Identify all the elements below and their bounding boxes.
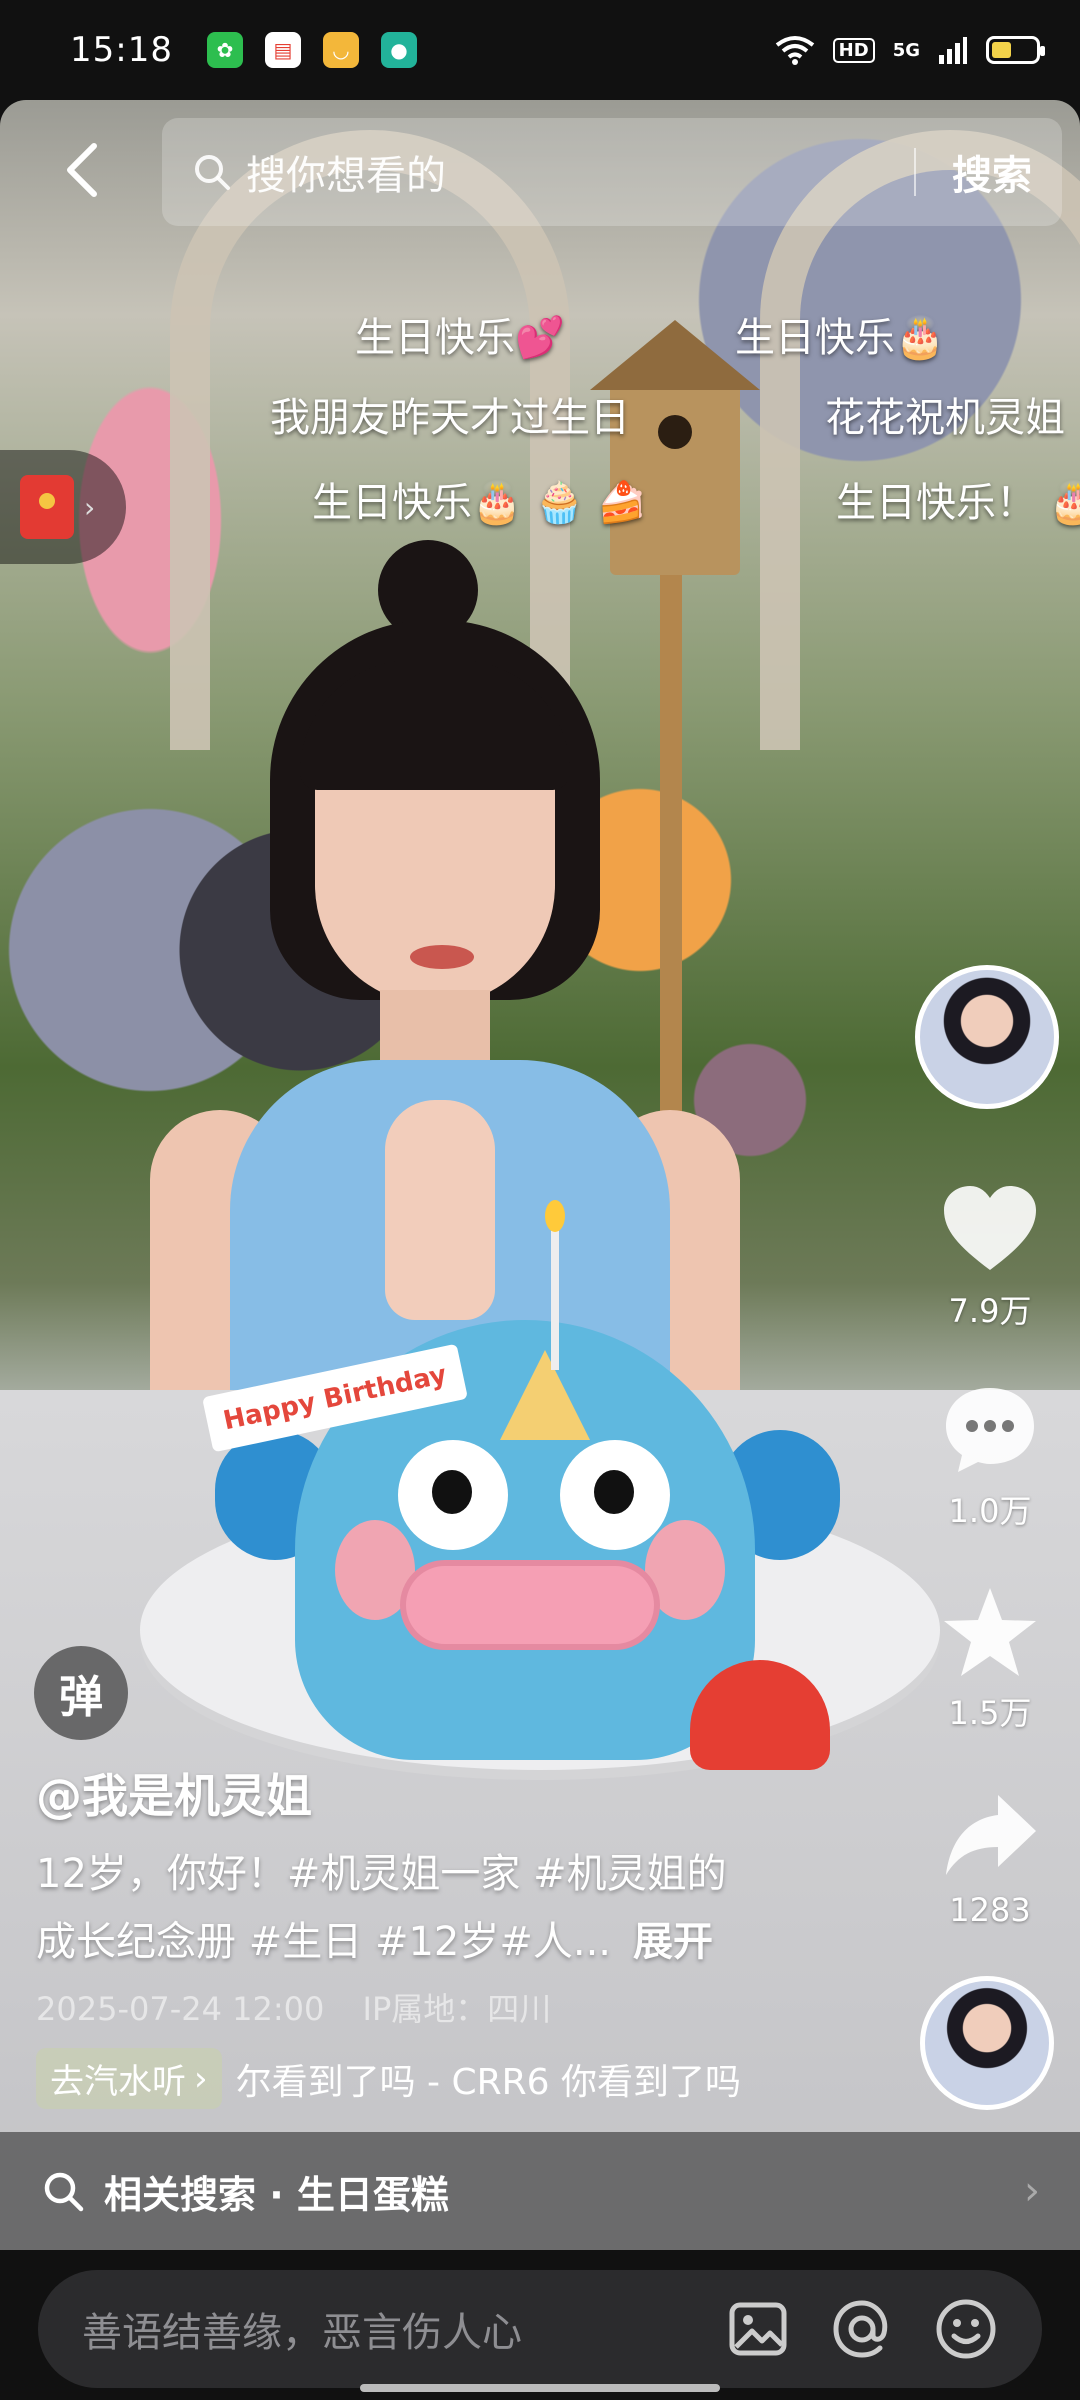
image-button[interactable] bbox=[726, 2297, 790, 2361]
danmaku-comment: 我朋友昨天才过生日 bbox=[270, 395, 630, 441]
chat-app-icon: ● bbox=[380, 32, 417, 68]
author-avatar[interactable] bbox=[915, 965, 1059, 1109]
battery-fill bbox=[992, 42, 1011, 58]
share-count: 1283 bbox=[949, 1891, 1031, 1929]
ip-location: IP属地：四川 bbox=[362, 1990, 552, 2028]
favorite-button[interactable]: 1.5万 bbox=[915, 1582, 1065, 1734]
praying-hands bbox=[385, 1100, 495, 1320]
video-meta: 2025-07-24 12:00 IP属地：四川 bbox=[36, 1984, 551, 2030]
image-icon bbox=[729, 2302, 787, 2356]
listen-in-qishui-chip[interactable]: 去汽水听 › bbox=[36, 2048, 222, 2109]
description-line-2: 成长纪念册 #生日 #12岁#人... 展开 bbox=[36, 1908, 816, 1976]
description-line-text: 成长纪念册 #生日 #12岁#人... bbox=[36, 1919, 612, 1965]
cake-mouth bbox=[400, 1560, 660, 1650]
expand-button[interactable]: 展开 bbox=[633, 1919, 713, 1965]
share-button[interactable]: 1283 bbox=[915, 1785, 1065, 1929]
party-hat bbox=[500, 1350, 590, 1440]
search-input[interactable]: 搜你想看的 bbox=[246, 143, 914, 201]
related-search-bar[interactable]: 相关搜索 · 生日蛋糕 › bbox=[0, 2132, 1080, 2250]
related-search-label: 相关搜索 · 生日蛋糕 bbox=[104, 2172, 449, 2217]
green-app-icon: ✿ bbox=[206, 32, 243, 68]
search-icon bbox=[44, 2172, 84, 2212]
danmaku-comment: 生日快乐🎂 bbox=[735, 315, 945, 361]
battery-icon bbox=[986, 36, 1045, 64]
like-count: 7.9万 bbox=[948, 1292, 1032, 1330]
emoji-button[interactable] bbox=[934, 2297, 998, 2361]
music-chip-label: 去汽水听 bbox=[50, 2062, 186, 2102]
search-divider bbox=[914, 148, 916, 196]
wallet-app-icon: ▤ bbox=[264, 32, 301, 68]
status-indicators: HD 5G bbox=[775, 35, 1045, 65]
description-line: 12岁，你好！#机灵姐一家 #机灵姐的 bbox=[36, 1851, 727, 1897]
comment-button[interactable]: 1.0万 bbox=[915, 1380, 1065, 1532]
at-icon bbox=[833, 2300, 888, 2358]
candle bbox=[551, 1220, 559, 1370]
comment-input[interactable]: 善语结善缘，恶言伤人心 bbox=[82, 2300, 686, 2358]
hd-badge: HD bbox=[832, 37, 875, 63]
heart-icon bbox=[944, 1186, 1036, 1270]
music-row[interactable]: 去汽水听 › 尔看到了吗 - CRR6 你看到了吗 bbox=[36, 2048, 836, 2109]
author-name[interactable]: @我是机灵姐 bbox=[36, 1760, 312, 1826]
home-indicator[interactable] bbox=[360, 2384, 720, 2392]
comment-input-bar[interactable]: 善语结善缘，恶言伤人心 bbox=[38, 2270, 1042, 2388]
favorite-count: 1.5万 bbox=[948, 1694, 1032, 1732]
chevron-right-icon: › bbox=[84, 490, 96, 524]
video-description[interactable]: 12岁，你好！#机灵姐一家 #机灵姐的 成长纪念册 #生日 #12岁#人... 展… bbox=[36, 1840, 816, 1976]
coupon-app-icon: ◡ bbox=[322, 32, 359, 68]
danmaku-comment: 生日快乐！ 🎂 bbox=[836, 480, 1080, 526]
cake-right-eye bbox=[560, 1440, 670, 1550]
like-button[interactable]: 7.9万 bbox=[915, 1180, 1065, 1332]
star-icon bbox=[944, 1588, 1036, 1676]
wifi-icon bbox=[775, 36, 814, 65]
chevron-right-icon: › bbox=[1024, 2168, 1040, 2214]
danmaku-comment: 生日快乐🎂 🧁 🍰 bbox=[312, 480, 647, 526]
mention-button[interactable] bbox=[830, 2297, 894, 2361]
danmaku-toggle-button[interactable]: 弹 bbox=[34, 1646, 128, 1740]
status-app-icons: ✿ ▤ ◡ ● bbox=[206, 32, 417, 68]
chevron-right-icon: › bbox=[194, 2058, 208, 2099]
search-button[interactable]: 搜索 bbox=[952, 143, 1032, 201]
red-envelope-icon bbox=[20, 475, 74, 539]
share-arrow-icon bbox=[946, 1795, 1036, 1875]
danmaku-comment: 生日快乐💕 bbox=[355, 315, 565, 361]
music-title: 尔看到了吗 - CRR6 你看到了吗 bbox=[235, 2061, 741, 2103]
birdhouse-pole bbox=[660, 570, 682, 1190]
signal-icon bbox=[939, 37, 967, 64]
music-disc-avatar[interactable] bbox=[920, 1976, 1054, 2110]
search-icon bbox=[195, 155, 230, 190]
status-time: 15:18 bbox=[70, 30, 173, 70]
red-packet-entry[interactable]: › bbox=[0, 450, 126, 564]
network-label: 5G bbox=[892, 39, 920, 61]
candle-flame bbox=[545, 1200, 565, 1232]
status-bar: 15:18 ✿ ▤ ◡ ● HD 5G bbox=[0, 0, 1080, 100]
back-button[interactable] bbox=[52, 140, 112, 200]
publish-date: 2025-07-24 12:00 bbox=[36, 1990, 325, 2028]
comment-icon bbox=[946, 1388, 1034, 1472]
search-bar[interactable]: 搜你想看的 搜索 bbox=[162, 118, 1062, 226]
smiley-icon bbox=[936, 2299, 996, 2359]
comment-count: 1.0万 bbox=[948, 1492, 1032, 1530]
back-arrow-icon bbox=[67, 143, 97, 197]
danmaku-comment: 花花祝机灵姐 bbox=[825, 395, 1065, 441]
cake-left-eye bbox=[398, 1440, 508, 1550]
lips bbox=[410, 945, 474, 969]
